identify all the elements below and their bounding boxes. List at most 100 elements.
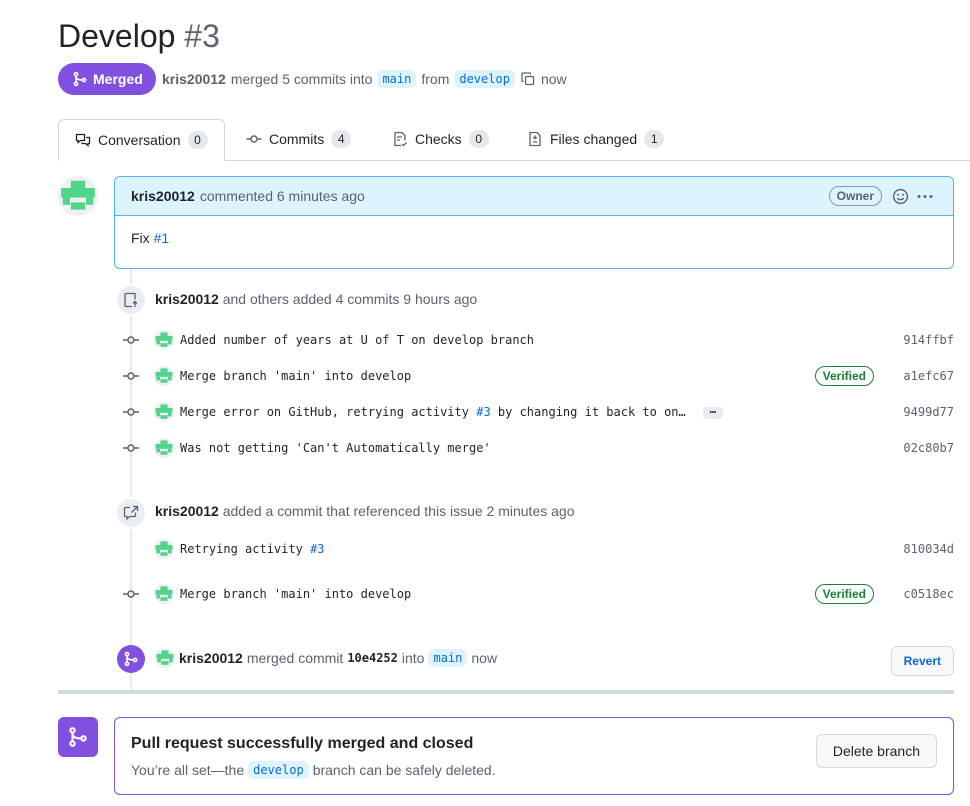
- merge-commit-sha-link[interactable]: 10e4252: [347, 651, 398, 665]
- commit-sha-link[interactable]: c0518ec: [903, 587, 954, 601]
- tab-files-label: Files changed: [550, 131, 638, 147]
- tab-commits-count: 4: [331, 130, 352, 148]
- commit-sha-link[interactable]: 810034d: [903, 542, 954, 556]
- meta-author-link[interactable]: kris20012: [162, 71, 226, 87]
- commit-message-link[interactable]: Was not getting 'Can't Automatically mer…: [180, 441, 491, 455]
- tab-files-changed[interactable]: Files changed 1: [527, 119, 665, 159]
- meta-time: now: [540, 71, 567, 87]
- commit-row: Retrying activity #3 810034d: [118, 538, 954, 560]
- event2-text: added a commit that referenced this issu…: [222, 503, 575, 519]
- comment-author-link[interactable]: kris20012: [131, 188, 195, 204]
- commit-message-link[interactable]: Merge branch 'main' into develop: [180, 587, 411, 601]
- comment-body: Fix #1: [115, 216, 953, 260]
- avatar[interactable]: [58, 176, 98, 216]
- commit-row: Merge branch 'main' into develop Verifie…: [118, 365, 954, 387]
- tab-commits[interactable]: Commits 4: [246, 119, 352, 159]
- git-commit-icon: [123, 590, 139, 598]
- comment-header: kris20012 commented 6 minutes ago Owner: [115, 177, 953, 216]
- commit-message: Merge error on GitHub, retrying activity…: [180, 404, 723, 419]
- issue-link[interactable]: #3: [310, 542, 324, 556]
- avatar[interactable]: [154, 584, 174, 604]
- git-merge-icon: [69, 727, 87, 747]
- head-branch-label[interactable]: develop: [454, 70, 515, 88]
- smiley-icon[interactable]: [892, 188, 909, 205]
- event1-author-link[interactable]: kris20012: [155, 291, 219, 307]
- file-diff-icon: [529, 131, 541, 147]
- repo-push-icon: [124, 292, 138, 308]
- kebab-horizontal-icon[interactable]: [916, 188, 934, 205]
- pr-title: Develop #3: [58, 16, 220, 56]
- issue-link[interactable]: #3: [476, 405, 490, 419]
- tab-files-count: 1: [644, 130, 665, 148]
- delete-branch-button[interactable]: Delete branch: [815, 734, 937, 768]
- commit-row: Merge branch 'main' into develop Verifie…: [118, 583, 954, 605]
- commit-row: Added number of years at U of T on devel…: [118, 329, 954, 351]
- event1-text: and others added 4 commits 9 hours ago: [222, 291, 478, 307]
- git-merge-icon: [124, 651, 138, 667]
- comment-box: kris20012 commented 6 minutes ago Owner …: [114, 176, 954, 269]
- tab-checks[interactable]: Checks 0: [392, 119, 489, 159]
- tab-conversation-label: Conversation: [98, 132, 181, 148]
- comment-action[interactable]: commented 6 minutes ago: [200, 188, 365, 204]
- tab-commits-label: Commits: [269, 131, 325, 147]
- avatar[interactable]: [154, 330, 174, 350]
- cross-reference-icon: [123, 505, 139, 521]
- merge-branch-label[interactable]: main: [428, 649, 468, 667]
- commit-row: Merge error on GitHub, retrying activity…: [118, 401, 954, 423]
- avatar[interactable]: [154, 438, 174, 458]
- avatar[interactable]: [154, 402, 174, 422]
- commit-message-link[interactable]: Retrying activity: [180, 542, 303, 556]
- git-commit-icon: [123, 408, 139, 416]
- commits-added-event: kris20012 and others added 4 commits 9 h…: [155, 291, 477, 307]
- pr-meta: kris20012 merged 5 commits into main fro…: [162, 68, 567, 90]
- commit-sha-link[interactable]: 02c80b7: [903, 441, 954, 455]
- verified-badge[interactable]: Verified: [814, 584, 874, 604]
- copy-icon[interactable]: [520, 71, 536, 87]
- meta-text-2: from: [421, 71, 450, 87]
- verified-badge[interactable]: Verified: [814, 366, 874, 386]
- commit-message-link[interactable]: Merge error on GitHub, retrying activity: [180, 405, 469, 419]
- git-commit-icon: [123, 444, 139, 452]
- merge-status-title: Pull request successfully merged and clo…: [131, 735, 474, 752]
- issue-link[interactable]: #1: [154, 230, 170, 246]
- expand-commit-button[interactable]: …: [702, 404, 723, 419]
- revert-button[interactable]: Revert: [890, 646, 954, 676]
- merge-status-box: Pull request successfully merged and clo…: [114, 717, 954, 795]
- commit-message-link[interactable]: by changing it back to on…: [498, 405, 686, 419]
- pr-tabs: Conversation 0 Commits 4 Checks 0 Files …: [58, 119, 970, 161]
- commit-sha-link[interactable]: a1efc67: [903, 369, 954, 383]
- tab-conversation-count: 0: [187, 131, 208, 149]
- avatar[interactable]: [154, 366, 174, 386]
- merged-box-icon-wrap: [58, 717, 98, 757]
- merge-sub-text-2: branch can be safely deleted.: [312, 762, 496, 778]
- avatar[interactable]: [155, 648, 175, 668]
- merge-event-icon-wrap: [117, 645, 145, 673]
- commit-sha-link[interactable]: 9499d77: [903, 405, 954, 419]
- commit-row: Was not getting 'Can't Automatically mer…: [118, 437, 954, 459]
- merge-status-subtitle: You’re all set—the develop branch can be…: [131, 761, 496, 779]
- commit-sha-link[interactable]: 914ffbf: [903, 333, 954, 347]
- git-commit-icon: [123, 372, 139, 380]
- pr-title-text: Develop: [58, 18, 176, 54]
- meta-text-1: merged 5 commits into: [230, 71, 373, 87]
- commit-message-link[interactable]: Merge branch 'main' into develop: [180, 369, 411, 383]
- tab-checks-count: 0: [468, 130, 489, 148]
- merge-time: now: [471, 650, 498, 666]
- git-commit-icon: [246, 135, 262, 143]
- merge-text-2: into: [401, 650, 425, 666]
- owner-badge: Owner: [828, 186, 882, 206]
- commit-message: Retrying activity #3: [180, 542, 325, 556]
- avatar[interactable]: [154, 539, 174, 559]
- event2-author-link[interactable]: kris20012: [155, 503, 219, 519]
- merge-author-link[interactable]: kris20012: [179, 650, 243, 666]
- state-label: Merged: [93, 71, 143, 87]
- tab-conversation[interactable]: Conversation 0: [58, 119, 225, 161]
- commit-referenced-event: kris20012 added a commit that referenced…: [155, 503, 574, 519]
- tab-checks-label: Checks: [415, 131, 462, 147]
- identicon-avatar: [58, 176, 98, 216]
- commit-message-link[interactable]: Added number of years at U of T on devel…: [180, 333, 534, 347]
- merge-sub-text-1: You’re all set—the: [131, 762, 245, 778]
- merged-branch-label[interactable]: develop: [248, 761, 309, 779]
- base-branch-label[interactable]: main: [377, 70, 417, 88]
- cross-reference-event-icon-wrap: [115, 497, 147, 529]
